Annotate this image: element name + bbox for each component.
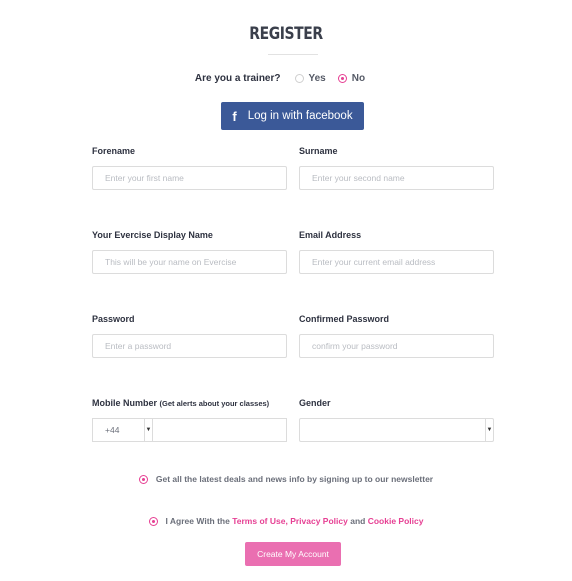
terms-agree-option[interactable]: I Agree With the Terms of Use, Privacy P…	[0, 516, 572, 526]
trainer-no-label: No	[351, 73, 366, 84]
trainer-no-option[interactable]: No	[337, 73, 366, 84]
newsletter-radio[interactable]	[138, 474, 148, 484]
trainer-yes-option[interactable]: Yes	[294, 73, 326, 84]
trainer-question-row: Are you a trainer? Yes No	[0, 73, 572, 84]
display-name-label: Your Evercise Display Name	[92, 230, 213, 240]
confirm-password-input[interactable]: confirm your password	[299, 334, 494, 358]
facebook-login-button[interactable]: f Log in with facebook	[221, 102, 364, 130]
terms-of-use-link[interactable]: Terms of Use	[232, 516, 285, 526]
password-label: Password	[92, 314, 135, 324]
privacy-policy-link[interactable]: Privacy Policy	[290, 516, 348, 526]
forename-input[interactable]: Enter your first name	[92, 166, 287, 190]
agree-and: and	[350, 516, 366, 526]
mobile-label-note: (Get alerts about your classes)	[159, 399, 270, 408]
agree-prefix: I Agree With the	[165, 516, 230, 526]
agree-comma: ,	[285, 516, 288, 526]
mobile-label: Mobile Number (Get alerts about your cla…	[92, 398, 269, 408]
password-input[interactable]: Enter a password	[92, 334, 287, 358]
country-code-select[interactable]: +44 ▼	[92, 418, 152, 442]
gender-label: Gender	[299, 398, 331, 408]
email-label: Email Address	[299, 230, 362, 240]
forename-label: Forename	[92, 146, 136, 156]
cookie-policy-link[interactable]: Cookie Policy	[368, 516, 424, 526]
page-title: REGISTER	[249, 24, 323, 44]
country-code-value: +44	[105, 425, 120, 435]
facebook-icon: f	[232, 108, 237, 124]
dropdown-arrow-icon[interactable]: ▼	[144, 419, 152, 441]
confirm-password-label: Confirmed Password	[299, 314, 390, 324]
mobile-label-text: Mobile Number	[92, 398, 158, 408]
trainer-yes-radio[interactable]	[294, 74, 304, 83]
dropdown-arrow-icon[interactable]: ▼	[485, 419, 493, 441]
trainer-question: Are you a trainer?	[194, 73, 281, 84]
gender-select[interactable]: ▼	[299, 418, 494, 442]
title-divider	[268, 54, 318, 55]
newsletter-option[interactable]: Get all the latest deals and news info b…	[0, 474, 572, 484]
surname-label: Surname	[299, 146, 338, 156]
facebook-login-label: Log in with facebook	[247, 110, 353, 122]
terms-agree-radio[interactable]	[148, 516, 158, 526]
display-name-input[interactable]: This will be your name on Evercise	[92, 250, 287, 274]
trainer-no-radio[interactable]	[337, 74, 347, 83]
email-input[interactable]: Enter your current email address	[299, 250, 494, 274]
surname-input[interactable]: Enter your second name	[299, 166, 494, 190]
newsletter-text: Get all the latest deals and news info b…	[155, 474, 434, 484]
mobile-number-input[interactable]	[152, 418, 287, 442]
create-account-button[interactable]: Create My Account	[245, 542, 341, 566]
trainer-yes-label: Yes	[308, 73, 326, 84]
